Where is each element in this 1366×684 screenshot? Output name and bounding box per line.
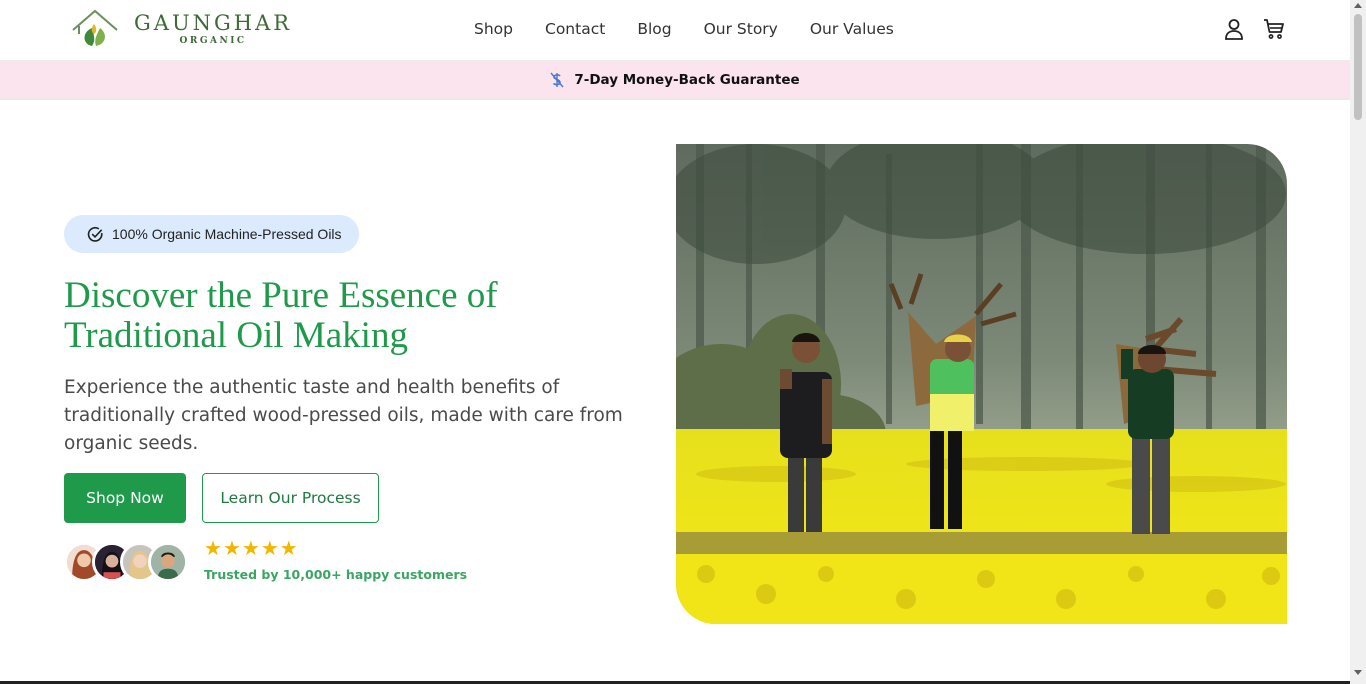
learn-process-button[interactable]: Learn Our Process xyxy=(202,473,379,523)
nav-contact[interactable]: Contact xyxy=(545,18,605,40)
main-nav: Shop Contact Blog Our Story Our Values xyxy=(474,18,926,40)
star-icon: ★ xyxy=(260,536,279,560)
brand-subtitle: ORGANIC xyxy=(179,36,247,46)
house-leaf-logo-icon xyxy=(72,9,118,46)
star-icon: ★ xyxy=(222,536,241,560)
scrollbar-thumb[interactable] xyxy=(1354,14,1362,120)
badge-label: 100% Organic Machine-Pressed Oils xyxy=(112,226,342,242)
guarantee-banner: 7-Day Money-Back Guarantee xyxy=(0,61,1350,100)
scroll-down-arrow-icon[interactable] xyxy=(1354,670,1362,675)
guarantee-text: 7-Day Money-Back Guarantee xyxy=(574,71,800,88)
shop-now-button[interactable]: Shop Now xyxy=(64,473,186,523)
header-actions xyxy=(1222,17,1286,41)
organic-badge: 100% Organic Machine-Pressed Oils xyxy=(64,215,359,253)
rating-stars: ★ ★ ★ ★ ★ xyxy=(204,538,298,558)
hero-description: Experience the authentic taste and healt… xyxy=(64,377,623,454)
site-header: GAUNGHAR ORGANIC Shop Contact Blog Our S… xyxy=(0,0,1350,61)
nav-our-values[interactable]: Our Values xyxy=(810,18,894,40)
user-icon[interactable] xyxy=(1222,17,1246,41)
star-icon: ★ xyxy=(204,536,222,560)
scroll-up-arrow-icon[interactable] xyxy=(1354,3,1362,8)
trusted-text: Trusted by 10,000+ happy customers xyxy=(204,567,468,582)
nav-our-story[interactable]: Our Story xyxy=(704,18,778,40)
brand-name: GAUNGHAR xyxy=(134,11,293,35)
nav-blog[interactable]: Blog xyxy=(637,18,671,40)
page-scrollbar[interactable] xyxy=(1350,0,1366,684)
brand-text: GAUNGHAR ORGANIC xyxy=(134,11,292,47)
cart-icon[interactable] xyxy=(1262,17,1286,41)
star-icon: ★ xyxy=(241,536,260,560)
avatar xyxy=(148,542,188,582)
check-circle-icon xyxy=(87,226,103,242)
dollar-slash-icon xyxy=(550,72,564,87)
hero-photo-children-mustard-field xyxy=(676,144,1287,624)
star-icon: ★ xyxy=(279,536,298,560)
nav-shop[interactable]: Shop xyxy=(474,18,513,40)
brand-logo[interactable]: GAUNGHAR ORGANIC xyxy=(70,8,292,50)
hero-title: Discover the Pure Essence of Traditional… xyxy=(64,275,498,356)
